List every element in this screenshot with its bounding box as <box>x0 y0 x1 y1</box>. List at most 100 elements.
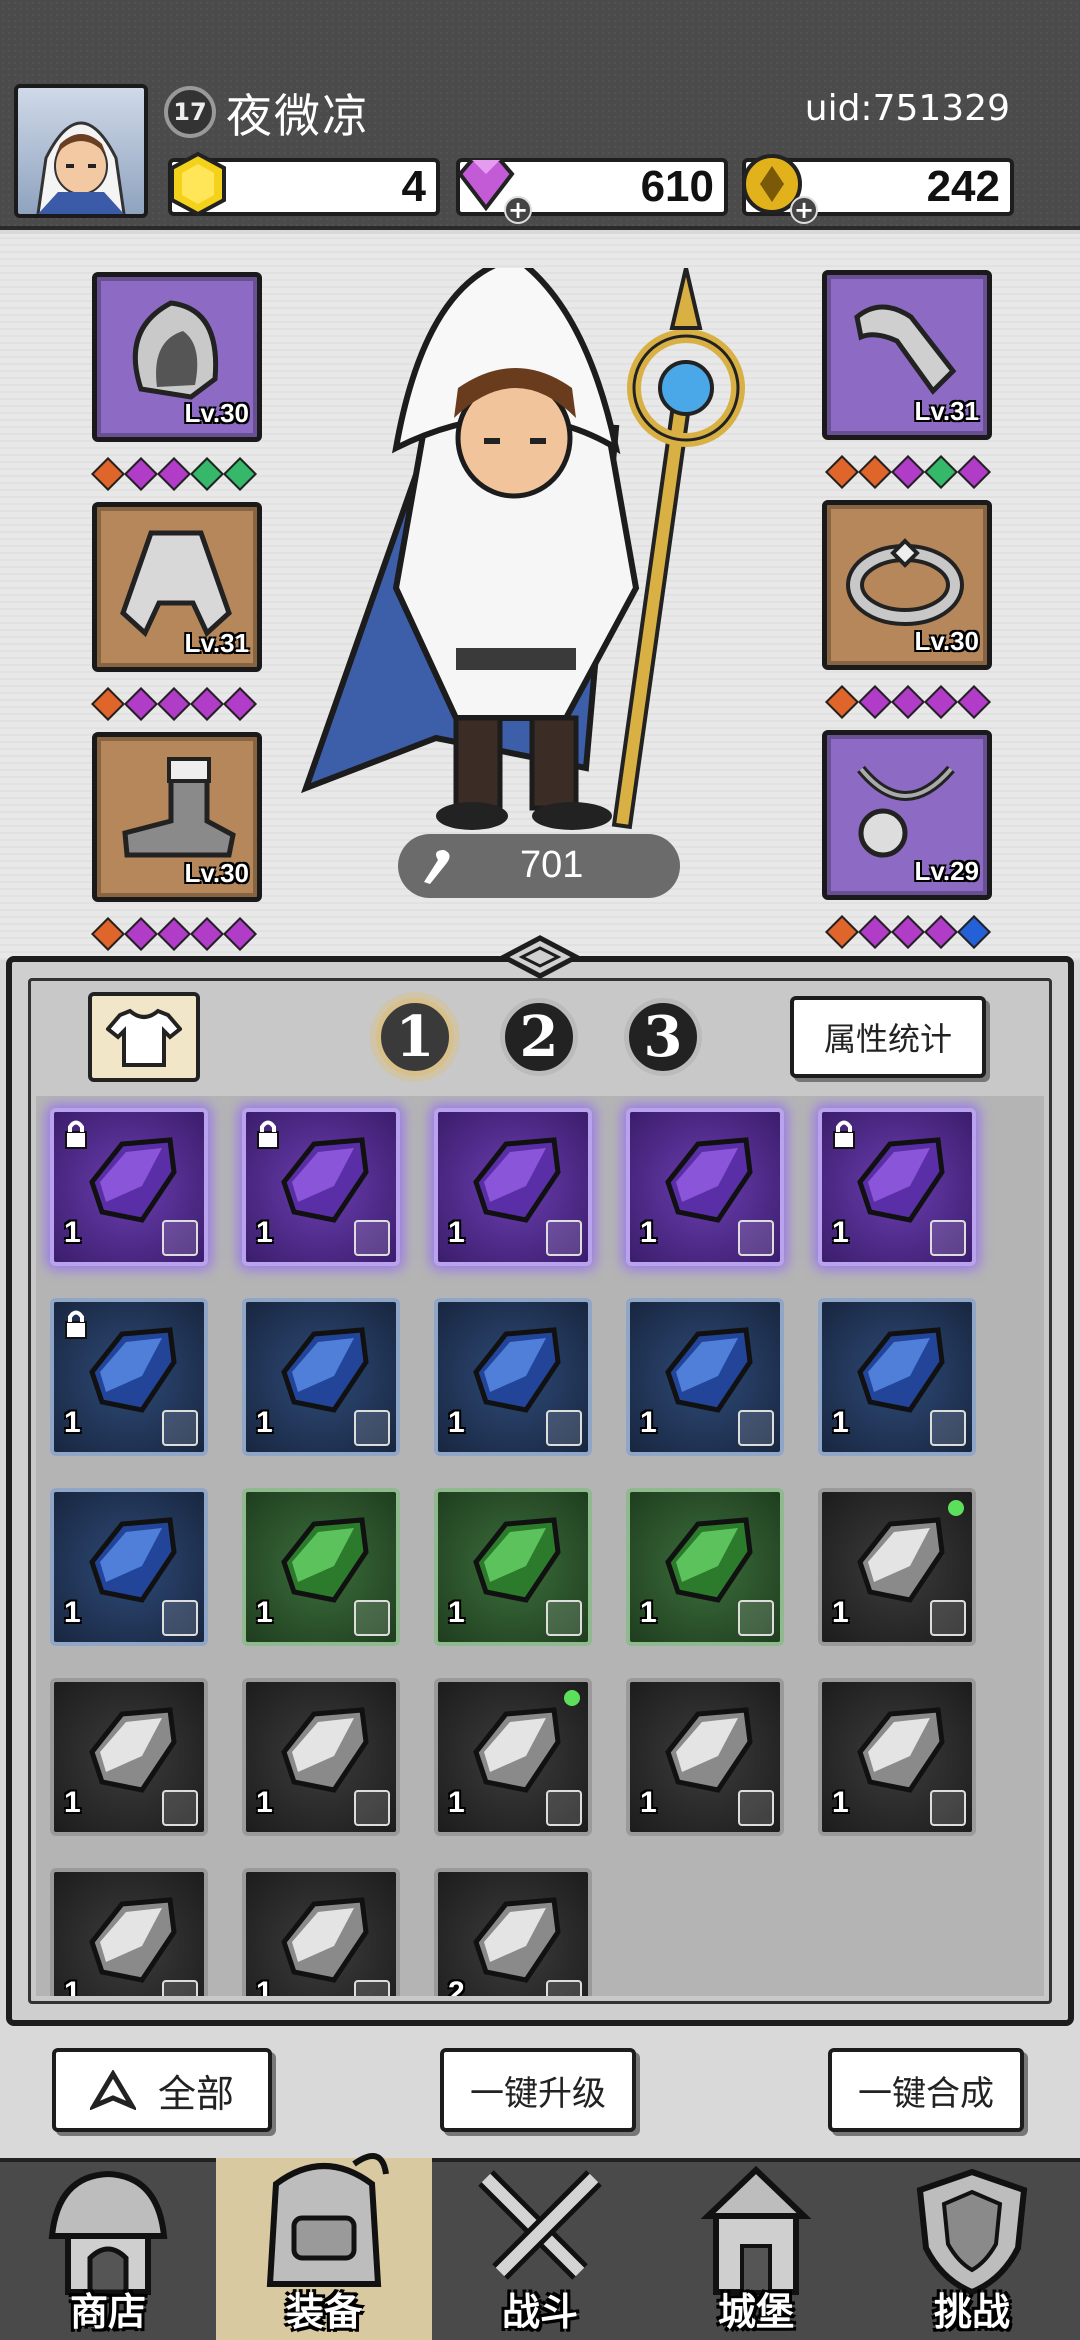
crystal-icon <box>857 1137 945 1223</box>
inventory-item[interactable]: 1 <box>818 1298 976 1456</box>
upgrade-all-button[interactable]: 一键升级 <box>440 2048 636 2132</box>
equip-slot-ring[interactable]: Lv.30 <box>822 500 992 670</box>
inventory-item[interactable]: 1 <box>242 1868 400 1996</box>
nav-battle[interactable]: 战斗 <box>432 2158 648 2340</box>
inventory-item[interactable]: 2 <box>434 1868 592 1996</box>
gem-icon <box>190 457 224 491</box>
equip-type-icon <box>354 1790 390 1826</box>
inventory-item[interactable]: 1 <box>50 1298 208 1456</box>
filter-all-button[interactable]: 全部 <box>52 2048 272 2132</box>
inventory-item[interactable]: 1 <box>626 1298 784 1456</box>
hero-character[interactable] <box>286 268 796 848</box>
diamond-value: 610 <box>640 162 714 211</box>
castle-icon <box>700 2166 812 2295</box>
bag-page-2[interactable]: 2 <box>500 998 578 1076</box>
equip-slot-boots[interactable]: Lv.30 <box>92 732 262 902</box>
crystal-icon <box>473 1327 561 1413</box>
gem-icon <box>825 915 859 949</box>
inventory-item[interactable]: 1 <box>818 1678 976 1836</box>
nav-equipment[interactable]: 装备 <box>216 2153 432 2340</box>
gem-icon <box>157 687 191 721</box>
crystal-icon <box>89 1897 177 1983</box>
bracer-level: Lv.31 <box>914 396 979 426</box>
nav-challenge[interactable]: 挑战 <box>864 2158 1080 2340</box>
equip-slot-cloak[interactable]: Lv.31 <box>92 502 262 672</box>
gem-icon <box>157 917 191 951</box>
gem-icon <box>223 687 257 721</box>
gem-icon <box>91 917 125 951</box>
nav-shop[interactable]: 商店 <box>0 2158 216 2340</box>
item-count: 1 <box>64 1786 81 1819</box>
equip-type-icon <box>738 1410 774 1446</box>
inventory-item[interactable]: 1 <box>50 1678 208 1836</box>
crystal-icon <box>281 1707 369 1793</box>
add-diamond-button[interactable]: + <box>504 196 532 224</box>
gem-icon <box>124 917 158 951</box>
inventory-item[interactable]: 1 <box>434 1298 592 1456</box>
new-indicator-dot <box>948 1500 964 1516</box>
attribute-stats-button[interactable]: 属性统计 <box>790 996 986 1078</box>
gem-icon <box>825 455 859 489</box>
combat-power-badge: 701 <box>398 834 680 898</box>
nav-castle-label: 城堡 <box>717 2290 794 2334</box>
inventory-item[interactable]: 1 <box>50 1488 208 1646</box>
merge-all-button[interactable]: 一键合成 <box>828 2048 1024 2132</box>
hood-gems <box>91 457 257 491</box>
gem-icon <box>223 917 257 951</box>
equip-type-icon <box>738 1220 774 1256</box>
equip-type-icon <box>546 1790 582 1826</box>
bag-page-1[interactable]: 1 <box>376 998 454 1076</box>
inventory-item[interactable]: 1 <box>242 1298 400 1456</box>
player-avatar[interactable] <box>14 84 148 218</box>
bag-page-3[interactable]: 3 <box>624 998 702 1076</box>
item-count: 1 <box>64 1406 81 1439</box>
equip-type-icon <box>546 1980 582 1996</box>
equip-slot-necklace[interactable]: Lv.29 <box>822 730 992 900</box>
nav-castle[interactable]: 城堡 <box>648 2158 864 2340</box>
inventory-item[interactable]: 1 <box>50 1868 208 1996</box>
inventory-item[interactable]: 1 <box>818 1488 976 1646</box>
necklace-level: Lv.29 <box>914 856 979 886</box>
necklace-icon <box>857 765 955 858</box>
inventory-item[interactable]: 1 <box>818 1108 976 1266</box>
yellow-gem-value: 4 <box>401 162 426 211</box>
equip-type-icon <box>930 1220 966 1256</box>
inventory-item[interactable]: 1 <box>626 1678 784 1836</box>
inventory-item[interactable]: 1 <box>242 1678 400 1836</box>
crystal-icon <box>473 1137 561 1223</box>
item-count: 1 <box>256 1406 273 1439</box>
inventory-item[interactable]: 1 <box>626 1108 784 1266</box>
crystal-icon <box>857 1517 945 1603</box>
cloak-gems <box>91 687 257 721</box>
equip-type-icon <box>162 1600 198 1636</box>
nav-battle-label: 战斗 <box>501 2290 578 2334</box>
outfit-button[interactable] <box>88 992 200 1082</box>
equip-slot-hood[interactable]: Lv.30 <box>92 272 262 442</box>
item-count: 2 <box>448 1976 465 1996</box>
crystal-icon <box>473 1897 561 1983</box>
equip-type-icon <box>930 1410 966 1446</box>
inventory-item[interactable]: 1 <box>242 1108 400 1266</box>
equip-slot-bracer[interactable]: Lv.31 <box>822 270 992 440</box>
crystal-icon <box>665 1137 753 1223</box>
shield-icon <box>916 2168 1028 2296</box>
power-icon <box>424 850 450 884</box>
boots-gems <box>91 917 257 951</box>
inventory-item[interactable]: 1 <box>626 1488 784 1646</box>
item-count: 1 <box>256 1596 273 1629</box>
crystal-icon <box>89 1327 177 1413</box>
crystal-icon <box>281 1897 369 1983</box>
panel-diamond-ornament <box>500 935 580 979</box>
cloak-level: Lv.31 <box>184 628 249 658</box>
bracer-gems <box>825 455 991 489</box>
item-count: 1 <box>832 1786 849 1819</box>
inventory-item[interactable]: 1 <box>242 1488 400 1646</box>
equip-type-icon <box>354 1600 390 1636</box>
crystal-icon <box>665 1327 753 1413</box>
inventory-item[interactable]: 1 <box>434 1678 592 1836</box>
inventory-item[interactable]: 1 <box>434 1108 592 1266</box>
add-gold-button[interactable]: + <box>790 196 818 224</box>
inventory-item[interactable]: 1 <box>50 1108 208 1266</box>
ring-level: Lv.30 <box>914 626 979 656</box>
inventory-item[interactable]: 1 <box>434 1488 592 1646</box>
